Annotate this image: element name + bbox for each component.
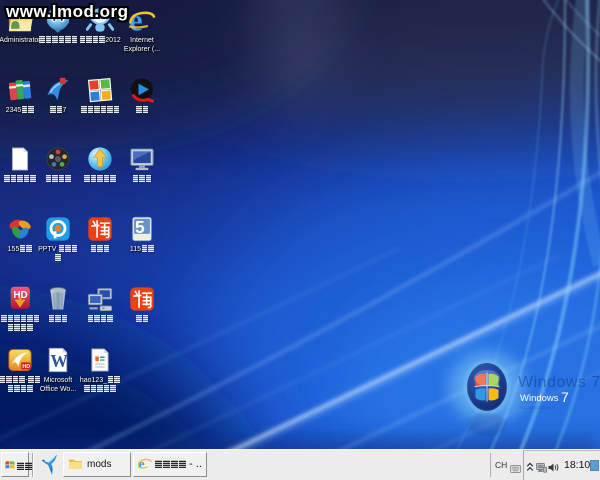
svg-text:5: 5 — [135, 217, 145, 237]
svg-text:Windows 7: Windows 7 — [518, 374, 600, 391]
svg-text:7: 7 — [561, 389, 569, 405]
svg-text:W: W — [50, 351, 68, 371]
svg-text:Windows: Windows — [520, 393, 559, 404]
svg-text:ALL WINDOWS V: ALL WINDOWS V — [519, 405, 555, 410]
